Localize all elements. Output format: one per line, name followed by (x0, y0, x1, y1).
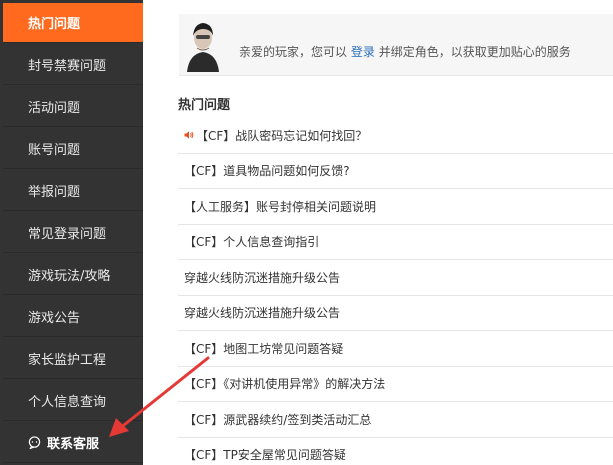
sidebar-item-label: 家长监护工程 (28, 353, 107, 368)
question-list: 【CF】战队密码忘记如何找回？ 【CF】道具物品问题如何反馈? 【人工服务】账号… (178, 118, 613, 465)
sidebar-item-activity-issues[interactable]: 活动问题 (3, 87, 143, 127)
character-avatar (181, 16, 225, 72)
sidebar-item-personal-info[interactable]: 个人信息查询 (3, 381, 143, 421)
sidebar-item-hot-questions[interactable]: 热门问题 (3, 3, 143, 43)
question-text: 【CF】《对讲机使用异常》的解决方法 (184, 377, 386, 392)
list-item[interactable]: 【CF】个人信息查询指引 (178, 225, 613, 260)
question-text: 【CF】道具物品问题如何反馈? (184, 164, 350, 179)
question-text: 穿越火线防沉迷措施升级公告 (184, 270, 341, 285)
chat-icon (28, 436, 41, 449)
list-item[interactable]: 穿越火线防沉迷措施升级公告 (178, 260, 613, 296)
sidebar-item-label: 游戏玩法/攻略 (28, 269, 111, 284)
sidebar-item-label: 账号问题 (28, 143, 81, 158)
list-item[interactable]: 【CF】TP安全屋常见问题答疑 (178, 438, 613, 465)
sidebar: 热门问题 封号禁赛问题 活动问题 账号问题 举报问题 常见登录问题 游戏玩法/攻… (0, 0, 143, 465)
sidebar-item-account-issues[interactable]: 账号问题 (3, 129, 143, 169)
sidebar-item-label: 封号禁赛问题 (28, 59, 107, 74)
login-banner: 亲爱的玩家，您可以 登录 并绑定角色，以获取更加贴心的服务 (179, 14, 613, 76)
list-item[interactable]: 【人工服务】账号封停相关问题说明 (178, 189, 613, 225)
sidebar-item-label: 常见登录问题 (28, 227, 107, 242)
sidebar-item-ban-issues[interactable]: 封号禁赛问题 (3, 45, 143, 85)
list-item[interactable]: 穿越火线防沉迷措施升级公告 (178, 296, 613, 331)
list-item[interactable]: 【CF】地图工坊常见问题答疑 (178, 331, 613, 367)
section-title: 热门问题 (178, 98, 231, 113)
sidebar-item-login-issues[interactable]: 常见登录问题 (3, 213, 143, 253)
sidebar-item-parental-control[interactable]: 家长监护工程 (3, 339, 143, 379)
contact-service-button[interactable]: 联系客服 (3, 423, 143, 463)
question-text: 【人工服务】账号封停相关问题说明 (184, 199, 377, 214)
question-text: 【CF】个人信息查询指引 (184, 235, 320, 250)
list-item[interactable]: 【CF】源武器续约/签到类活动汇总 (178, 402, 613, 438)
sidebar-item-label: 举报问题 (28, 185, 81, 200)
list-item[interactable]: 【CF】《对讲机使用异常》的解决方法 (178, 367, 613, 402)
contact-service-label: 联系客服 (47, 437, 100, 452)
banner-prefix: 亲爱的玩家，您可以 (239, 45, 348, 59)
list-item[interactable]: 【CF】道具物品问题如何反馈? (178, 154, 613, 189)
speaker-icon (184, 131, 194, 140)
question-text: 【CF】源武器续约/签到类活动汇总 (184, 412, 372, 427)
sidebar-item-announcements[interactable]: 游戏公告 (3, 297, 143, 337)
banner-suffix: 并绑定角色，以获取更加贴心的服务 (378, 45, 571, 59)
sidebar-item-label: 活动问题 (28, 101, 81, 116)
main-content: 亲爱的玩家，您可以 登录 并绑定角色，以获取更加贴心的服务 热门问题 【CF】战… (143, 0, 613, 465)
login-link[interactable]: 登录 (351, 45, 375, 59)
question-text: 【CF】TP安全屋常见问题答疑 (184, 448, 346, 463)
list-item[interactable]: 【CF】战队密码忘记如何找回？ (178, 118, 613, 154)
banner-message: 亲爱的玩家，您可以 登录 并绑定角色，以获取更加贴心的服务 (239, 43, 571, 60)
question-text: 【CF】战队密码忘记如何找回？ (196, 128, 368, 143)
sidebar-item-gameplay-guide[interactable]: 游戏玩法/攻略 (3, 255, 143, 295)
question-text: 【CF】地图工坊常见问题答疑 (184, 341, 344, 356)
question-text: 穿越火线防沉迷措施升级公告 (184, 306, 341, 321)
sidebar-item-label: 游戏公告 (28, 311, 81, 326)
sidebar-item-label: 热门问题 (28, 17, 81, 32)
sidebar-item-report-issues[interactable]: 举报问题 (3, 171, 143, 211)
sidebar-item-label: 个人信息查询 (28, 395, 107, 410)
